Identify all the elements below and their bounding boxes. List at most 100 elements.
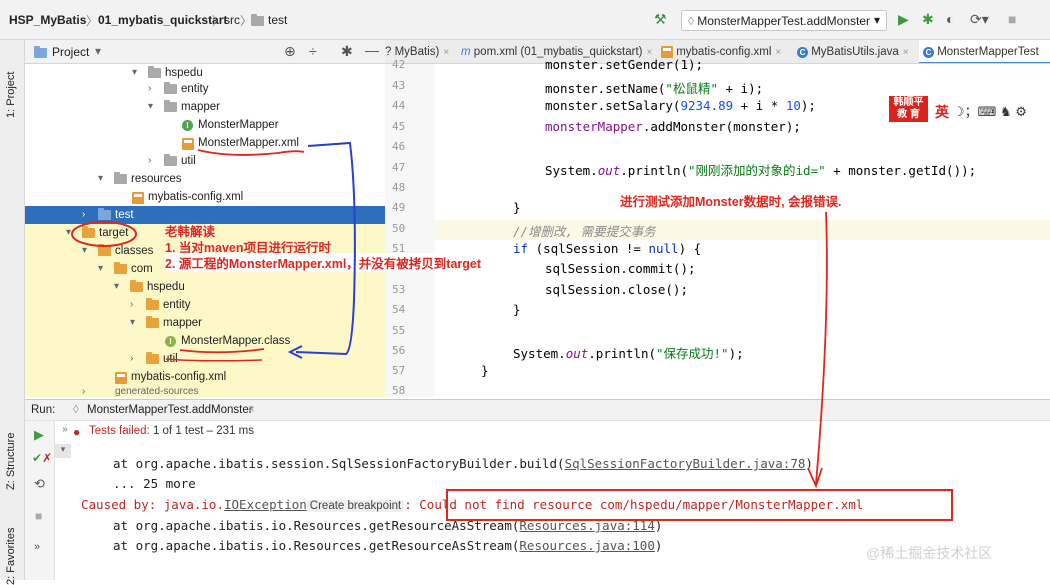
class-file-icon: I	[165, 336, 176, 347]
code-line-50: //增删改, 需要提交事务	[513, 224, 656, 239]
collapse-icon[interactable]: ÷	[309, 43, 317, 59]
interface-icon: I	[182, 120, 193, 131]
line-number: 43	[392, 79, 406, 92]
tree-item[interactable]: › entity	[25, 80, 385, 98]
close-icon: ×	[443, 47, 450, 58]
brand-logo: 韩顺平教 育	[889, 96, 928, 122]
hide-icon[interactable]: —	[365, 42, 379, 58]
line-number: 45	[392, 120, 406, 133]
project-panel-header: Project ▾ ⊕ ÷ ✱ —	[25, 40, 385, 64]
line-number: 58	[392, 384, 406, 397]
tree-item[interactable]: ▾ hspedu	[25, 278, 385, 296]
breadcrumb-separator: 〉	[212, 14, 225, 28]
rerun-failed-icon[interactable]: ✔✗	[32, 451, 52, 465]
code-line-56: System.out.println("保存成功!");	[513, 346, 744, 361]
console-line: at org.apache.ibatis.io.Resources.getRes…	[113, 538, 663, 553]
project-icon	[34, 46, 47, 58]
tree-item[interactable]: ▾ resources	[25, 170, 385, 188]
junit-icon: ◊	[73, 404, 79, 416]
close-icon: ×	[775, 47, 782, 58]
favorites-tool-tab[interactable]: 2: Favorites	[5, 528, 17, 585]
tab-monstermappertest[interactable]: C MonsterMapperTest	[919, 40, 1050, 63]
console-line: ... 25 more	[113, 476, 196, 491]
structure-tool-tab[interactable]: Z: Structure	[5, 433, 17, 490]
chevron-down-icon[interactable]: ▾	[95, 44, 101, 58]
line-number: 44	[392, 99, 406, 112]
navigation-bar: HSP_MyBatis 〉 01_mybatis_quickstart 〉 sr…	[0, 0, 1050, 40]
line-number: 57	[392, 364, 406, 377]
code-line-54: }	[513, 302, 521, 317]
run-panel-header: Run: ◊ MonsterMapperTest.addMonster ×	[25, 399, 1050, 421]
maven-icon: m	[461, 46, 474, 58]
tree-item[interactable]: mybatis-config.xml	[25, 188, 385, 206]
line-number: 53	[392, 283, 406, 296]
code-line-44: monster.setSalary(9234.89 + i * 10);	[545, 98, 816, 113]
create-breakpoint-hint[interactable]: Create breakpoint	[306, 500, 405, 512]
run-tab[interactable]: MonsterMapperTest.addMonster	[87, 400, 253, 421]
tab-mybatisutils[interactable]: C MyBatisUtils.java ×	[797, 40, 913, 63]
xml-file-icon	[182, 138, 194, 150]
toggle-icon[interactable]: ⟲	[34, 476, 45, 492]
code-line-53: sqlSession.close();	[545, 282, 688, 297]
tree-item[interactable]: › generated-sources	[25, 386, 385, 397]
breadcrumb-test[interactable]: test	[268, 13, 287, 27]
tree-item[interactable]: ▾ mapper	[25, 98, 385, 116]
tree-item[interactable]: mybatis-config.xml	[25, 368, 385, 386]
ime-toolbar-icons[interactable]: ☽；⌨ ♞ ⚙	[953, 101, 1027, 120]
xml-file-icon	[115, 372, 127, 384]
error-annotation: 进行测试添加Monster数据时, 会报错误.	[620, 195, 842, 209]
hammer-icon[interactable]: ⚒	[654, 11, 667, 28]
breadcrumb-src[interactable]: src	[224, 13, 240, 27]
expand-icon[interactable]: »	[55, 421, 75, 439]
profile-icon[interactable]: ⟳▾	[970, 11, 989, 28]
close-icon[interactable]: ×	[248, 400, 255, 421]
tree-item[interactable]: › util	[25, 350, 385, 368]
stop-icon[interactable]: ■	[35, 509, 42, 523]
line-number: 56	[392, 344, 406, 357]
run-configuration-label: MonsterMapperTest.addMonster	[697, 14, 871, 28]
run-icon[interactable]: ▶	[898, 11, 909, 28]
project-panel-title[interactable]: Project	[52, 45, 89, 59]
code-line-43: monster.setName("松鼠精" + i);	[545, 81, 764, 96]
code-line-42: monster.setGender(1);	[545, 57, 704, 72]
test-status: Tests failed: 1 of 1 test – 231 ms	[89, 425, 254, 437]
line-number: 46	[392, 140, 406, 153]
close-icon: ×	[902, 47, 909, 58]
line-number: 55	[392, 324, 406, 337]
debug-icon[interactable]: ✱	[922, 11, 934, 28]
chevron-down-icon[interactable]: ▾	[55, 444, 71, 458]
rerun-icon[interactable]: ▶	[34, 427, 44, 443]
breadcrumb-project[interactable]: HSP_MyBatis	[9, 13, 86, 27]
line-number: 54	[392, 303, 406, 316]
line-number: 49	[392, 201, 406, 214]
ime-indicator[interactable]: 英	[935, 102, 949, 122]
locate-icon[interactable]: ⊕	[284, 43, 296, 60]
more-icon[interactable]: »	[34, 541, 40, 553]
class-icon: C	[923, 47, 934, 58]
code-line-47: System.out.println("刚刚添加的对象的id=" + monst…	[545, 163, 977, 178]
stop-icon[interactable]: ■	[1008, 11, 1016, 27]
run-label: Run:	[31, 404, 56, 416]
xml-file-icon	[132, 192, 144, 204]
console-line: at org.apache.ibatis.io.Resources.getRes…	[113, 518, 663, 533]
tree-item[interactable]: › entity	[25, 296, 385, 314]
coverage-icon[interactable]: ◐	[946, 11, 954, 27]
tree-item[interactable]: MonsterMapper.xml	[25, 134, 385, 152]
chevron-down-icon: ▾	[873, 13, 880, 27]
code-line-49: }	[513, 200, 521, 215]
code-line-52: sqlSession.commit();	[545, 261, 696, 276]
tree-item[interactable]: I MonsterMapper.class	[25, 332, 385, 350]
tree-item[interactable]: ▾ mapper	[25, 314, 385, 332]
run-configuration-select[interactable]: ◊ MonsterMapperTest.addMonster ▾	[681, 10, 887, 31]
breadcrumb-module[interactable]: 01_mybatis_quickstart	[98, 13, 227, 27]
gear-icon[interactable]: ✱	[341, 43, 353, 60]
project-tool-tab[interactable]: 1: Project	[5, 72, 17, 118]
line-number: 50	[392, 222, 406, 235]
junit-icon: ◊	[688, 14, 698, 28]
code-line-45: monsterMapper.addMonster(monster);	[545, 119, 801, 134]
failed-icon: ●	[73, 425, 81, 439]
tree-item[interactable]: I MonsterMapper	[25, 116, 385, 134]
tree-item[interactable]: › util	[25, 152, 385, 170]
code-line-57: }	[481, 363, 489, 378]
run-toolbar: ▶ ✔✗ ⟲ ■ »	[25, 421, 55, 580]
